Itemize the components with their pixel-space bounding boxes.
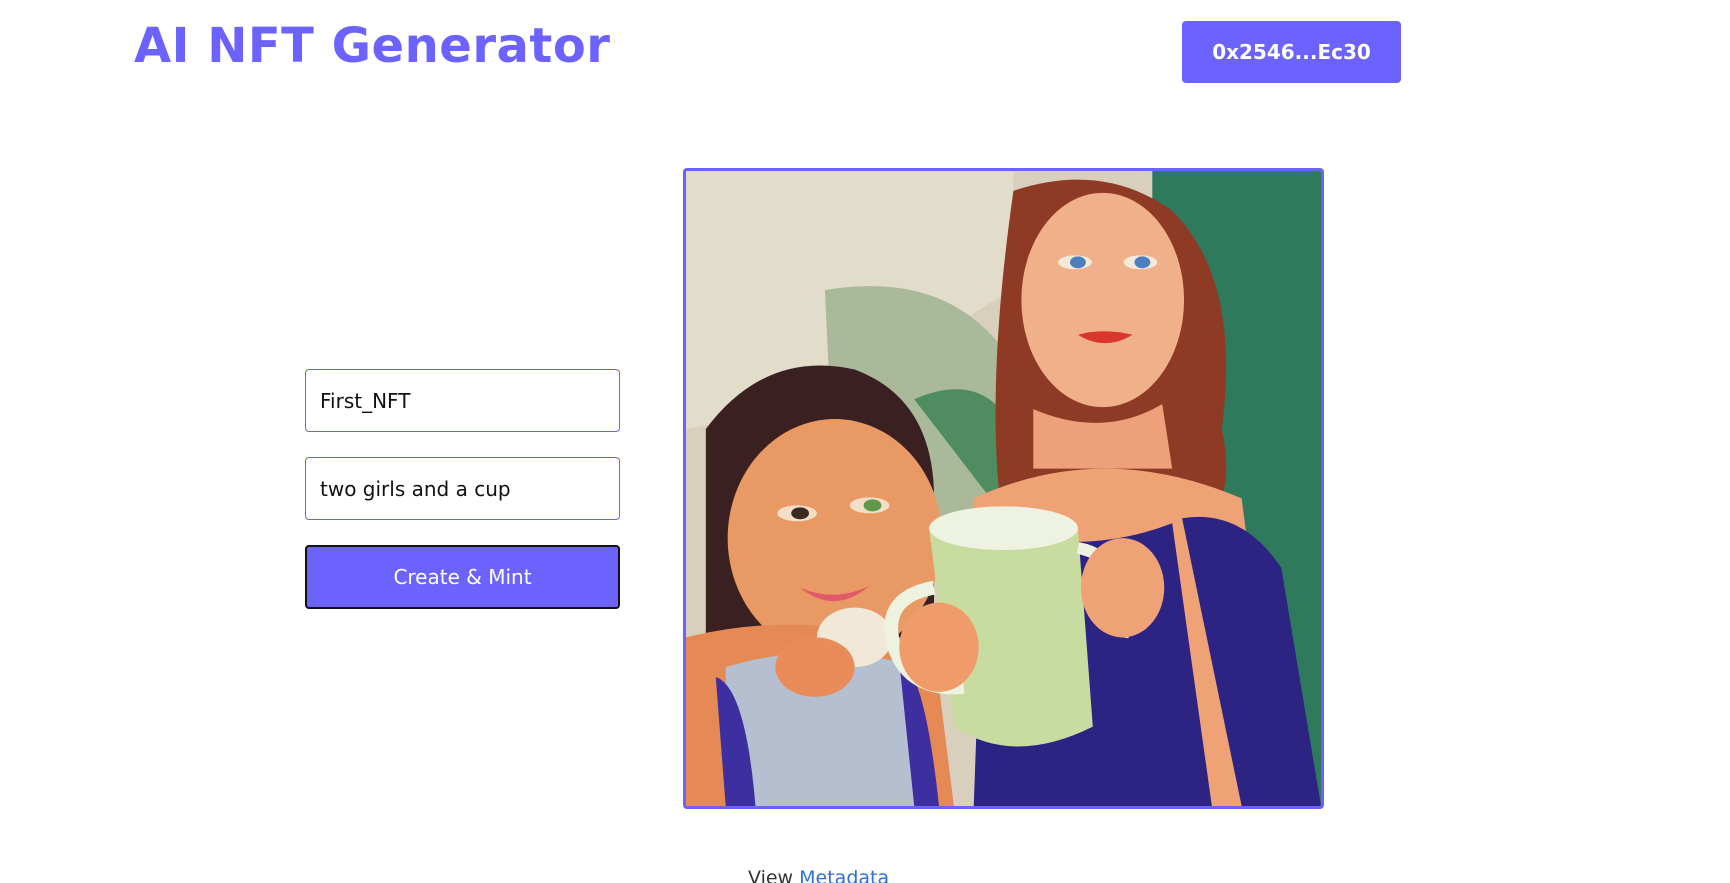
name-input[interactable]	[305, 369, 620, 432]
painting-image	[686, 171, 1321, 806]
app-root: AI NFT Generator 0x2546...Ec30 Create & …	[0, 0, 1730, 883]
metadata-footer: View Metadata	[748, 867, 889, 883]
generated-nft-image	[683, 168, 1324, 809]
metadata-link[interactable]: Metadata	[799, 867, 889, 883]
wallet-connect-button[interactable]: 0x2546...Ec30	[1182, 21, 1401, 83]
description-input[interactable]	[305, 457, 620, 520]
view-text: View	[748, 867, 794, 883]
mint-form: Create & Mint	[305, 369, 620, 609]
create-mint-button[interactable]: Create & Mint	[305, 545, 620, 609]
page-title: AI NFT Generator	[134, 18, 611, 74]
